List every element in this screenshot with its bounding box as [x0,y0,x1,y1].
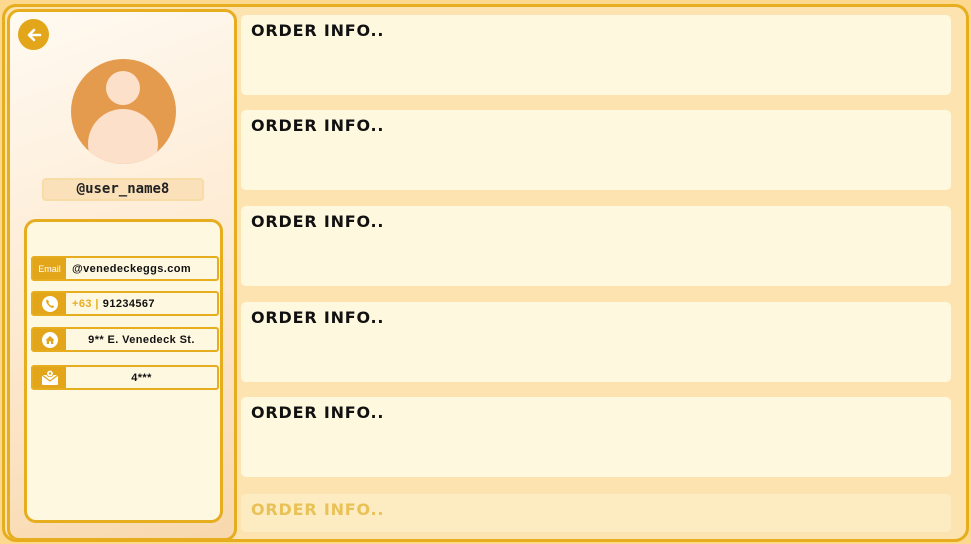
phone-prefix: +63 | [72,297,99,310]
email-value: @venedeckeggs.com [72,262,192,275]
order-card[interactable]: ORDER INFO.. [241,302,951,382]
back-button[interactable] [18,19,49,50]
phone-field: +63 | 91234567 [31,291,219,316]
mail-icon [41,369,58,385]
order-label: ORDER INFO.. [251,308,385,327]
phone-number: 91234567 [102,297,155,310]
order-card[interactable]: ORDER INFO.. [241,397,951,477]
order-label: ORDER INFO.. [251,116,385,135]
profile-sidebar: @user_name8 Email @venedeckeggs.com +63 … [7,9,237,539]
phone-icon [41,295,58,312]
contact-info-card: Email @venedeckeggs.com +63 | 91234567 9… [24,219,223,523]
username-label: @user_name8 [42,178,204,201]
order-label: ORDER INFO.. [251,500,385,519]
phone-tag [33,293,66,314]
home-icon [41,331,58,348]
user-avatar-icon [71,59,176,164]
email-tag: Email [33,258,66,279]
address-field: 9** E. Venedeck St. [31,327,219,352]
order-card[interactable]: ORDER INFO.. [241,494,951,532]
order-label: ORDER INFO.. [251,212,385,231]
order-card[interactable]: ORDER INFO.. [241,15,951,95]
order-label: ORDER INFO.. [251,21,385,40]
phone-value: +63 | 91234567 [66,293,217,314]
postal-tag [33,367,66,388]
order-label: ORDER INFO.. [251,403,385,422]
back-arrow-icon [27,28,41,41]
postal-field: 4*** [31,365,219,390]
order-card[interactable]: ORDER INFO.. [241,110,951,190]
order-card[interactable]: ORDER INFO.. [241,206,951,286]
email-field: Email @venedeckeggs.com [31,256,219,281]
postal-value: 4*** [131,371,152,384]
address-tag [33,329,66,350]
address-value: 9** E. Venedeck St. [88,333,195,346]
